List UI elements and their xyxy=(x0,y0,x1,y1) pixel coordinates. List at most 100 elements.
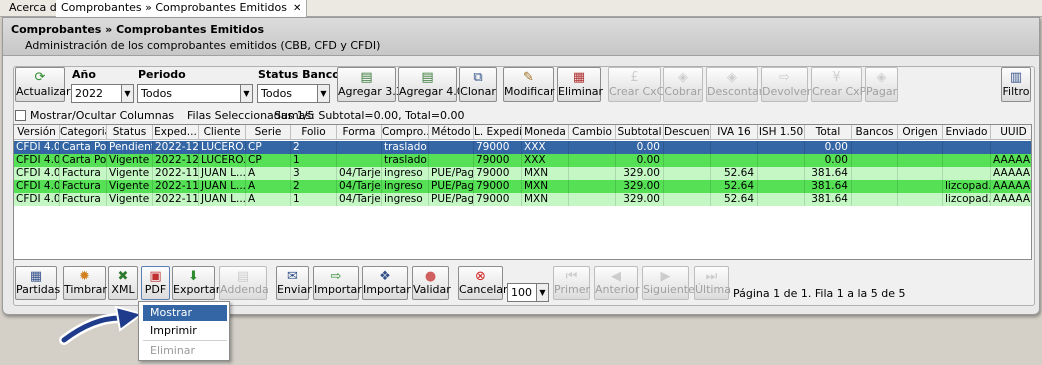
table-cell xyxy=(664,193,711,206)
pdf-button[interactable]: ▣ PDF xyxy=(141,266,170,300)
table-cell xyxy=(852,154,898,167)
table-row[interactable]: CFDI 4.0FacturaVigente2022-11-...JUAN L.… xyxy=(14,180,1031,193)
column-header[interactable]: IVA 16 xyxy=(711,125,758,140)
partidas-button[interactable]: ▦ Partidas xyxy=(15,266,60,300)
xml-button[interactable]: ✖ XML xyxy=(108,266,138,300)
table-cell: 0.00 xyxy=(805,141,852,154)
table-row[interactable]: CFDI 4.0FacturaVigente2022-11-...JUAN L.… xyxy=(14,167,1031,180)
periodo-select[interactable]: Todos ▼ xyxy=(137,84,253,103)
table-row[interactable]: CFDI 4.0Carta Po...Pendiente2022-12-...L… xyxy=(14,141,1031,154)
filter-icon: ▥ xyxy=(1009,70,1023,85)
page-subtitle: Administración de los comprobantes emiti… xyxy=(25,39,381,52)
table-cell: traslado xyxy=(382,154,429,167)
table-cell: JUAN L... xyxy=(201,167,246,180)
eliminar-button[interactable]: ▦ Eliminar xyxy=(557,67,603,102)
table-cell: 1 xyxy=(291,154,337,167)
agregar-40-button[interactable]: ▤ Agregar 4.0 xyxy=(398,67,464,102)
table-cell: lizcopad... xyxy=(943,180,991,193)
table-row[interactable]: CFDI 4.0Carta Po...Vigente2022-12-...LUC… xyxy=(14,154,1031,167)
tab-comprobantes-emitidos[interactable]: Comprobantes » Comprobantes Emitidos ✕ xyxy=(56,0,308,17)
table-cell xyxy=(758,193,805,206)
mostrar-columnas-checkbox[interactable] xyxy=(15,110,26,121)
column-header[interactable]: Cambio xyxy=(569,125,616,140)
table-cell: Pendiente xyxy=(107,141,153,154)
addenda-icon: ▤ xyxy=(236,269,250,284)
column-header[interactable]: Subtotal xyxy=(616,125,664,140)
column-header[interactable]: Folio xyxy=(291,125,337,140)
clonar-button[interactable]: ⧉ Clonar xyxy=(459,67,497,102)
column-header[interactable]: Compro... xyxy=(382,125,429,140)
enviar-button[interactable]: ✉ Enviar xyxy=(276,266,312,300)
importar-button-2[interactable]: ❖ Importar xyxy=(362,266,411,300)
siguiente-button[interactable]: ▶ Siguiente xyxy=(642,266,695,300)
table-cell xyxy=(337,141,382,154)
table-cell: CFDI 4.0 xyxy=(16,167,60,180)
crear-cxp-button[interactable]: ¥ Crear CxP xyxy=(811,67,866,102)
column-header[interactable]: L. Expedi... xyxy=(474,125,522,140)
table-cell: XXX xyxy=(522,154,569,167)
column-header[interactable]: Total xyxy=(805,125,852,140)
column-header[interactable]: Versión xyxy=(14,125,60,140)
primer-button[interactable]: ⏮ Primer xyxy=(553,266,590,300)
periodo-label: Periodo xyxy=(138,68,186,81)
table-cell: Vigente xyxy=(107,154,153,167)
column-header[interactable]: Cliente xyxy=(199,125,246,140)
table-cell: 04/Tarjet... xyxy=(339,193,382,206)
devolver-button[interactable]: ⇨ Devolver xyxy=(761,67,811,102)
table-cell: LUCERO... xyxy=(199,154,246,167)
validar-button[interactable]: ● Validar xyxy=(412,266,451,300)
table-cell: 79000 xyxy=(474,167,522,180)
column-header[interactable]: Bancos xyxy=(852,125,898,140)
table-cell xyxy=(898,180,943,193)
pagar-button[interactable]: ◈ Pagar xyxy=(865,67,898,102)
column-header[interactable]: Status xyxy=(107,125,153,140)
exportar-button[interactable]: ⬇ Exportar xyxy=(172,266,220,300)
column-header[interactable]: Método xyxy=(429,125,474,140)
column-header[interactable]: Moneda xyxy=(522,125,569,140)
status-banco-select[interactable]: Todos ▼ xyxy=(257,84,330,103)
filtro-button[interactable]: ▥ Filtro xyxy=(1001,67,1031,102)
table-cell: 2022-11-... xyxy=(155,193,199,206)
importar-button-1[interactable]: ⇨ Importar xyxy=(313,266,362,300)
anterior-button[interactable]: ◀ Anterior xyxy=(594,266,639,300)
cobrar-button[interactable]: ◈ Cobrar xyxy=(663,67,703,102)
column-header[interactable]: Serie xyxy=(246,125,291,140)
ultima-button[interactable]: ⏭ Última xyxy=(694,266,731,300)
agregar-33-button[interactable]: ▤ Agregar 3.3 xyxy=(337,67,403,102)
column-header[interactable]: Origen xyxy=(898,125,943,140)
table-cell: CFDI 4.0 xyxy=(16,193,60,206)
table-cell: 0.00 xyxy=(616,154,664,167)
cancelar-button[interactable]: ⊗ Cancelar xyxy=(458,266,508,300)
table-cell: PUE/Pag... xyxy=(431,193,474,206)
column-header[interactable]: UUID xyxy=(991,125,1031,140)
modificar-button[interactable]: ✎ Modificar xyxy=(503,67,555,102)
timbrar-button[interactable]: ✹ Timbrar xyxy=(63,266,107,300)
table-cell: CFDI 4.0 xyxy=(16,154,60,167)
table-row[interactable]: CFDI 4.0FacturaVigente2022-11-...JUAN L.… xyxy=(14,193,1031,206)
column-header[interactable]: Exped... xyxy=(153,125,199,140)
column-header[interactable]: ISH 1.50 xyxy=(758,125,805,140)
menu-item-imprimir[interactable]: Imprimir xyxy=(143,323,227,339)
column-header[interactable]: Categoria xyxy=(60,125,107,140)
actualizar-button[interactable]: ⟳ Actualizar xyxy=(15,67,71,102)
column-header[interactable]: Descuento xyxy=(664,125,711,140)
table-cell: AAAAA... xyxy=(991,180,1031,193)
column-header[interactable]: Enviado xyxy=(943,125,991,140)
page-size-select[interactable]: 100 ▼ xyxy=(507,283,549,302)
tab-bar: Acerca de Comprobantes » Comprobantes Em… xyxy=(0,0,1042,17)
table-cell: 79000 xyxy=(474,154,522,167)
table-cell xyxy=(758,141,805,154)
add-document-icon: ▤ xyxy=(421,70,434,85)
table-cell: 52.64 xyxy=(711,180,758,193)
addenda-button[interactable]: ▤ Addenda xyxy=(219,266,269,300)
menu-item-eliminar[interactable]: Eliminar xyxy=(143,343,227,359)
descontar-button[interactable]: ◈ Descontar xyxy=(706,67,763,102)
table-cell: ingreso xyxy=(382,193,429,206)
menu-item-mostrar[interactable]: Mostrar xyxy=(143,305,227,321)
anio-select[interactable]: 2022 ▼ xyxy=(71,84,134,103)
column-header[interactable]: Forma xyxy=(337,125,382,140)
table-cell xyxy=(711,154,758,167)
first-page-icon: ⏮ xyxy=(565,269,578,284)
close-icon[interactable]: ✕ xyxy=(293,3,301,14)
crear-cxc-button[interactable]: £ Crear CxC xyxy=(608,67,664,102)
